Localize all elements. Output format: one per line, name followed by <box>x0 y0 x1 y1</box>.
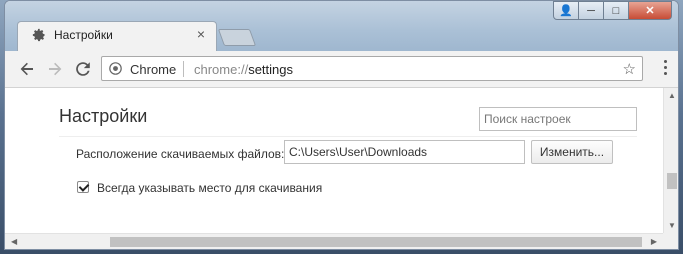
tab-settings[interactable]: Настройки × <box>17 21 217 51</box>
ask-where-label: Всегда указывать место для скачивания <box>97 181 323 195</box>
reload-icon <box>76 62 90 76</box>
gear-icon <box>32 28 45 42</box>
profile-button[interactable]: 👤 <box>553 1 579 20</box>
back-arrow-icon <box>20 62 33 76</box>
menu-dots-icon[interactable] <box>664 60 668 76</box>
vertical-scrollbar[interactable]: ▲ ▼ <box>663 88 678 233</box>
minimize-button[interactable]: ─ <box>578 1 604 20</box>
url-text: chrome://settings <box>194 62 293 77</box>
chip-separator <box>183 61 184 77</box>
browser-window: Настройки × 👤 ─ □ ✕ Chrome chrome://sett… <box>4 0 679 250</box>
search-settings-input[interactable] <box>479 107 637 131</box>
toolbar: Chrome chrome://settings ☆ <box>5 51 678 88</box>
scroll-down-icon[interactable]: ▼ <box>668 221 676 230</box>
bookmark-star-icon[interactable]: ☆ <box>623 60 636 78</box>
window-controls: 👤 ─ □ ✕ <box>553 1 672 21</box>
address-bar[interactable]: Chrome chrome://settings ☆ <box>101 56 643 81</box>
settings-page: Настройки Расположение скачиваемых файло… <box>5 88 663 233</box>
page-chip-label: Chrome <box>130 62 177 77</box>
scroll-left-icon[interactable]: ◀ <box>11 237 17 246</box>
horizontal-scroll-thumb[interactable] <box>110 237 642 247</box>
forward-button[interactable] <box>43 57 67 81</box>
change-download-location-button[interactable]: Изменить... <box>531 140 613 164</box>
scroll-right-icon[interactable]: ▶ <box>651 237 657 246</box>
close-window-button[interactable]: ✕ <box>628 1 672 20</box>
scroll-up-icon[interactable]: ▲ <box>668 91 676 100</box>
horizontal-scrollbar[interactable]: ◀ ▶ <box>5 233 663 249</box>
back-button[interactable] <box>15 57 39 81</box>
divider <box>59 136 637 137</box>
scrollbar-corner <box>663 233 678 249</box>
page-title: Настройки <box>59 106 148 126</box>
download-path-field[interactable] <box>284 140 525 164</box>
url-scheme: chrome:// <box>194 62 249 77</box>
vertical-scroll-thumb[interactable] <box>667 173 677 189</box>
maximize-button[interactable]: □ <box>603 1 629 20</box>
chrome-page-icon <box>109 62 122 75</box>
url-host: settings <box>248 62 293 77</box>
close-tab-icon[interactable]: × <box>194 26 208 42</box>
ask-where-checkbox[interactable] <box>77 181 89 193</box>
forward-arrow-icon <box>49 62 62 76</box>
tab-title: Настройки <box>54 28 113 42</box>
reload-button[interactable] <box>71 57 95 81</box>
tab-strip: Настройки × 👤 ─ □ ✕ <box>5 1 678 51</box>
new-tab-button[interactable] <box>217 29 257 46</box>
download-location-label: Расположение скачиваемых файлов: <box>76 147 285 161</box>
